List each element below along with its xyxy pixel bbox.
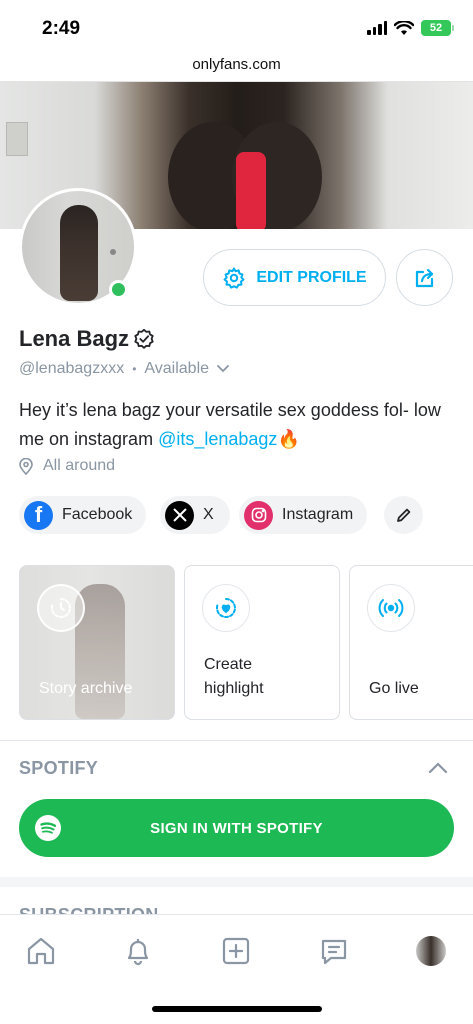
profile-location: All around [19,457,115,475]
add-square-icon [222,937,250,965]
separator-dot: • [132,362,137,376]
share-icon [415,268,433,287]
home-indicator [152,1006,322,1012]
gear-icon [223,267,245,289]
section-divider-thick [0,877,473,887]
nav-notifications[interactable] [120,933,156,969]
profile-bio: Hey it’s lena bagz your versatile sex go… [19,396,459,454]
instagram-link[interactable]: Instagram [239,496,368,534]
nav-messages[interactable] [316,933,352,969]
nav-profile[interactable] [413,933,449,969]
x-icon [165,500,194,530]
section-divider [0,740,473,741]
instagram-mention-link[interactable]: @its_lenabagz [158,429,277,449]
profile-name: Lena Bagz [19,326,155,352]
profile-avatar-icon [416,936,446,966]
location-text: All around [43,457,116,474]
story-archive-label: Story archive [39,680,133,697]
broadcast-icon [367,584,415,632]
history-icon [37,584,85,632]
verified-badge-icon [134,328,154,349]
spotify-sign-in-button[interactable]: SIGN IN WITH SPOTIFY [19,799,454,857]
url-text: onlyfans.com [192,56,281,73]
create-highlight-card[interactable]: Create highlight [184,565,340,720]
nav-home[interactable] [23,933,59,969]
x-link[interactable]: X [160,496,230,534]
handle-row: @lenabagzxxx • Available [19,360,229,378]
battery-icon: 52 [421,20,454,36]
signal-icon [367,21,387,35]
profile-handle: @lenabagzxxx [19,360,125,377]
edit-profile-button[interactable]: EDIT PROFILE [203,249,386,306]
facebook-label: Facebook [62,506,133,523]
status-bar: 2:49 52 [0,0,473,56]
instagram-icon [244,500,273,530]
fire-emoji: 🔥 [277,429,300,449]
home-icon [27,937,55,965]
pencil-icon [396,508,410,522]
instagram-label: Instagram [282,506,354,523]
bell-icon [127,939,149,966]
message-icon [321,939,347,965]
status-time: 2:49 [42,18,81,39]
facebook-link[interactable]: f Facebook [19,496,147,534]
spotify-icon [35,815,61,841]
nav-add-post[interactable] [218,933,254,969]
spotify-button-label: SIGN IN WITH SPOTIFY [150,819,323,837]
edit-links-button[interactable] [384,496,423,534]
story-archive-card[interactable]: Story archive [19,565,175,720]
url-bar[interactable]: onlyfans.com [0,52,473,82]
battery-level: 52 [429,22,443,34]
share-button[interactable] [396,249,453,306]
spotify-section-title: SPOTIFY [19,758,99,778]
availability-status[interactable]: Available [144,360,209,378]
wifi-icon [394,20,414,35]
online-status-dot [109,280,128,299]
go-live-card[interactable]: Go live [349,565,473,720]
status-icons: 52 [367,20,454,36]
facebook-icon: f [24,500,53,530]
edit-profile-label: EDIT PROFILE [256,268,367,286]
chevron-down-icon[interactable] [217,365,229,373]
chevron-up-icon[interactable] [428,762,448,774]
location-pin-icon [19,457,33,475]
highlight-heart-icon [202,584,250,632]
go-live-label: Go live [369,680,419,697]
x-label: X [203,506,214,523]
profile-name-text: Lena Bagz [19,326,130,351]
create-highlight-label: Create highlight [204,656,264,697]
